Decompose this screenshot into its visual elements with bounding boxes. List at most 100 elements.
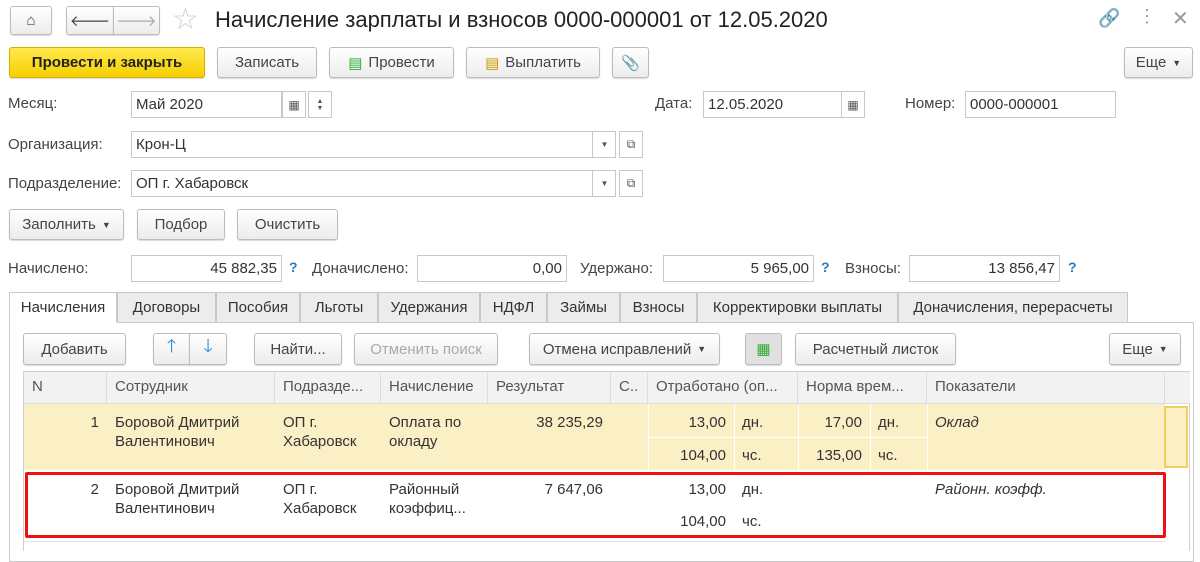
row-worked-hours: 104,00 <box>680 447 726 464</box>
home-icon: ⌂ <box>26 12 36 29</box>
date-calendar-icon[interactable]: ▦ <box>841 91 865 118</box>
fill-label: Заполнить <box>22 216 96 233</box>
table-add-row-button[interactable]: ▦ <box>745 333 782 365</box>
move-up-button[interactable]: 🡑 <box>153 333 190 365</box>
cancel-corrections-button[interactable]: Отмена исправлений ▼ <box>529 333 720 365</box>
tab-benefits[interactable]: Пособия <box>216 292 300 323</box>
chevron-down-icon: ▼ <box>1158 344 1168 354</box>
row-days-unit: дн. <box>742 414 764 431</box>
row-norm-hours-unit: чс. <box>878 447 898 464</box>
move-down-button[interactable]: 🡓 <box>189 333 227 365</box>
scrollbar-thumb[interactable] <box>1164 406 1188 468</box>
number-input[interactable]: 0000-000001 <box>965 91 1116 118</box>
date-input[interactable]: 12.05.2020 <box>703 91 842 118</box>
tab-recalculations[interactable]: Доначисления, перерасчеты <box>898 292 1128 323</box>
tab-contributions[interactable]: Взносы <box>620 292 697 323</box>
link-icon[interactable]: 🔗 <box>1098 8 1120 29</box>
accrued-label: Начислено: <box>8 260 89 277</box>
row-norm-days-unit: дн. <box>878 414 900 431</box>
row-hours-unit: чс. <box>742 447 762 464</box>
highlight-box <box>25 472 1166 538</box>
org-open-icon[interactable]: ⧉ <box>619 131 643 158</box>
pay-button[interactable]: ▤ Выплатить <box>466 47 600 78</box>
table-more-label: Еще <box>1122 340 1153 358</box>
save-button[interactable]: Записать <box>217 47 317 78</box>
back-button[interactable]: 🡐 <box>66 6 114 35</box>
payslip-button[interactable]: Расчетный листок <box>795 333 956 365</box>
row-accrual: Оплата по окладу <box>389 414 462 450</box>
post-and-close-button[interactable]: Провести и закрыть <box>9 47 205 78</box>
arrow-down-icon: 🡓 <box>203 336 213 356</box>
row-n: 1 <box>90 414 99 431</box>
col-worked[interactable]: Отработано (оп... <box>648 371 798 404</box>
dept-input[interactable]: ОП г. Хабаровск <box>131 170 616 197</box>
more-label: Еще <box>1135 54 1167 71</box>
org-dropdown-icon[interactable]: ▼ <box>592 132 616 157</box>
table-more-button[interactable]: Еще ▼ <box>1109 333 1181 365</box>
post-label: Провести <box>368 54 435 71</box>
org-input[interactable]: Крон-Ц <box>131 131 616 158</box>
number-label: Номер: <box>905 95 956 112</box>
chevron-down-icon: ▼ <box>697 344 707 354</box>
month-label: Месяц: <box>8 95 58 112</box>
date-label: Дата: <box>655 95 693 112</box>
col-result[interactable]: Результат <box>488 371 611 404</box>
tab-contracts[interactable]: Договоры <box>117 292 216 323</box>
row-divider <box>648 437 927 438</box>
tab-loans[interactable]: Займы <box>547 292 620 323</box>
dept-dropdown-icon[interactable]: ▼ <box>592 171 616 196</box>
post-doc-icon: ▤ <box>348 54 363 72</box>
dept-open-icon[interactable]: ⧉ <box>619 170 643 197</box>
withheld-label: Удержано: <box>580 260 653 277</box>
col-s[interactable]: С.. <box>611 371 648 404</box>
cancel-search-button[interactable]: Отменить поиск <box>354 333 498 365</box>
post-button[interactable]: ▤ Провести <box>329 47 454 78</box>
calendar-icon[interactable]: ▦ <box>282 91 306 118</box>
help-icon[interactable]: ? <box>289 259 298 275</box>
find-button[interactable]: Найти... <box>254 333 342 365</box>
month-spinner[interactable]: ▲ ▼ <box>308 91 332 118</box>
withheld-value: 5 965,00 <box>663 255 814 282</box>
dept-label: Подразделение: <box>8 175 122 192</box>
select-button[interactable]: Подбор <box>137 209 225 240</box>
add-button[interactable]: Добавить <box>23 333 126 365</box>
fill-button[interactable]: Заполнить ▼ <box>9 209 124 240</box>
org-label: Организация: <box>8 136 103 153</box>
row-norm-days: 17,00 <box>824 414 862 431</box>
contrib-label: Взносы: <box>845 260 901 277</box>
tab-deductions[interactable]: Удержания <box>378 292 480 323</box>
attach-button[interactable]: 📎 <box>612 47 649 78</box>
row-department: ОП г. Хабаровск <box>283 414 357 450</box>
home-button[interactable]: ⌂ <box>10 6 52 35</box>
clear-button[interactable]: Очистить <box>237 209 338 240</box>
more-vertical-icon[interactable]: ⋮ <box>1138 6 1156 27</box>
arrow-up-icon: 🡑 <box>166 336 177 356</box>
cancel-corrections-label: Отмена исправлений <box>542 340 692 358</box>
tab-privileges[interactable]: Льготы <box>300 292 378 323</box>
star-icon[interactable]: ☆ <box>172 2 199 37</box>
col-n[interactable]: N <box>24 371 107 404</box>
close-icon[interactable]: ✕ <box>1172 6 1189 31</box>
table-plus-icon: ▦ <box>756 341 771 358</box>
forward-button[interactable]: 🡒 <box>113 6 160 35</box>
page-title: Начисление зарплаты и взносов 0000-00000… <box>215 7 828 32</box>
contrib-value: 13 856,47 <box>909 255 1060 282</box>
col-norm[interactable]: Норма врем... <box>798 371 927 404</box>
col-indicators[interactable]: Показатели <box>927 371 1165 404</box>
extra-value: 0,00 <box>417 255 567 282</box>
help-icon[interactable]: ? <box>1068 259 1077 275</box>
month-input[interactable]: Май 2020 <box>131 91 282 118</box>
tab-payment-corrections[interactable]: Корректировки выплаты <box>697 292 898 323</box>
col-accrual[interactable]: Начисление <box>381 371 488 404</box>
tab-accruals[interactable]: Начисления <box>9 292 117 323</box>
extra-label: Доначислено: <box>312 260 409 277</box>
tab-ndfl[interactable]: НДФЛ <box>480 292 547 323</box>
help-icon[interactable]: ? <box>821 259 830 275</box>
more-button[interactable]: Еще ▼ <box>1124 47 1193 78</box>
col-department[interactable]: Подразде... <box>275 371 381 404</box>
pay-label: Выплатить <box>505 54 581 71</box>
row-result: 38 235,29 <box>536 414 603 431</box>
arrow-right-icon: 🡒 <box>116 13 157 30</box>
arrow-left-icon: 🡐 <box>69 13 111 30</box>
col-employee[interactable]: Сотрудник <box>107 371 275 404</box>
